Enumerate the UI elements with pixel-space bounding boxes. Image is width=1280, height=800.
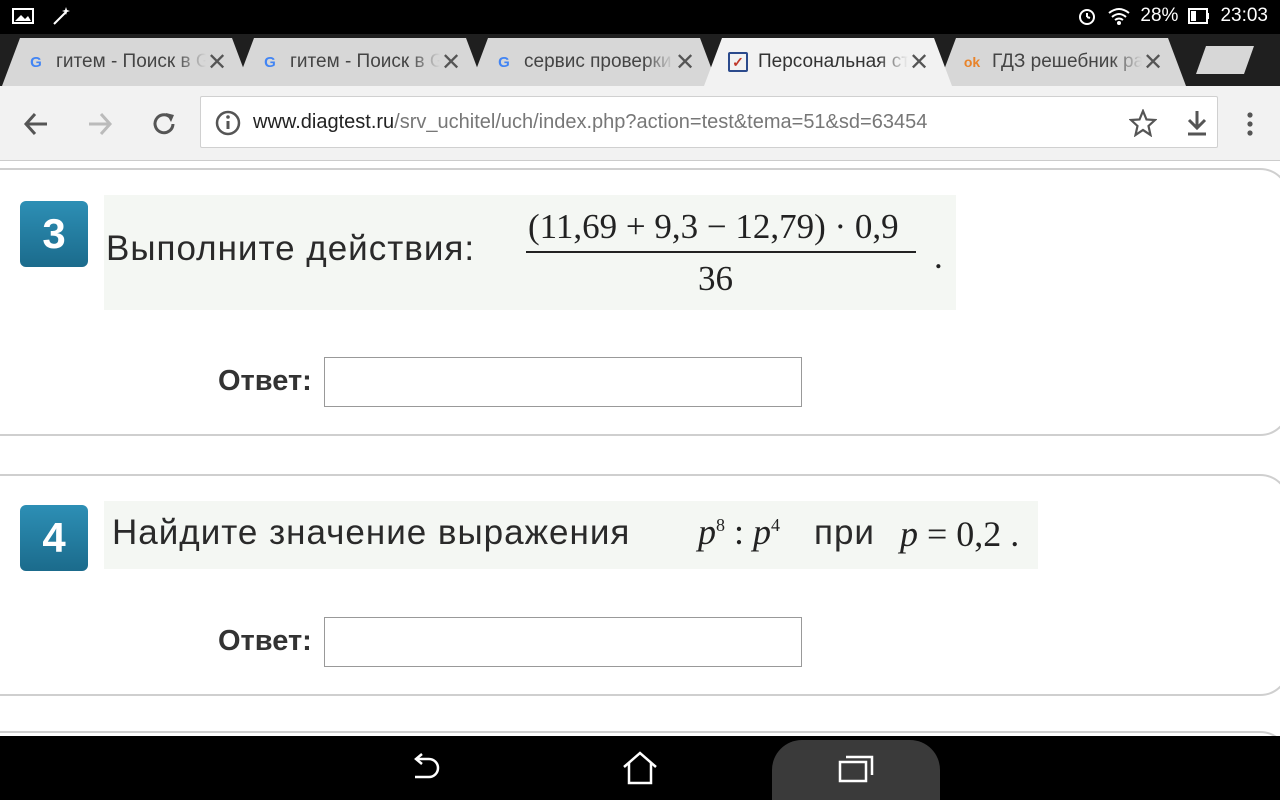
question-number-badge: 3: [20, 201, 88, 267]
reload-button[interactable]: [144, 104, 184, 144]
url-host: www.diagtest.ru: [253, 111, 395, 133]
checkbox-favicon-icon: ✓: [728, 52, 748, 72]
recents-icon: [838, 755, 874, 783]
tab-2[interactable]: G гитем - Поиск в Google ✕: [236, 38, 484, 86]
tab-title: гитем - Поиск в Google: [56, 51, 206, 72]
question-3-text: Выполните действия:: [106, 229, 476, 268]
tab-title: Персональная страница: [758, 51, 908, 72]
close-icon[interactable]: ✕: [206, 48, 228, 77]
tab-1[interactable]: G гитем - Поиск в Google ✕: [2, 38, 250, 86]
forward-button[interactable]: [80, 104, 120, 144]
google-g-icon: G: [30, 53, 42, 71]
reload-icon: [153, 113, 175, 135]
menu-button[interactable]: [1230, 104, 1270, 144]
home-nav-button[interactable]: [620, 748, 660, 788]
close-icon[interactable]: ✕: [908, 48, 930, 77]
back-button[interactable]: [16, 104, 56, 144]
word-pri: при: [814, 513, 875, 552]
condition-variable: p: [900, 514, 918, 554]
expr-exponent-2: 4: [771, 515, 781, 535]
recents-nav-button[interactable]: [836, 748, 876, 788]
google-g-icon: G: [498, 53, 510, 71]
status-bar: 28% 23:03: [0, 0, 1280, 34]
page-content: 3 Выполните действия: (11,69 + 9,3 − 12,…: [0, 161, 1280, 736]
close-icon[interactable]: ✕: [674, 48, 696, 77]
tab-3[interactable]: G сервис проверки знаний ✕: [470, 38, 718, 86]
back-nav-button[interactable]: [404, 748, 444, 788]
fraction-bar: [526, 251, 916, 253]
magic-wand-notification-icon: [53, 7, 70, 25]
answer-input-4[interactable]: [324, 617, 802, 667]
answer-label: Ответ:: [218, 625, 312, 657]
url-text[interactable]: www.diagtest.ru/srv_uchitel/uch/index.ph…: [253, 111, 927, 134]
info-icon[interactable]: [215, 110, 241, 136]
question-4-text: Найдите значение выражения: [112, 513, 631, 552]
tab-4-active[interactable]: ✓ Персональная страница ✕: [704, 38, 952, 86]
tab-title: ГДЗ решебник рабочая: [992, 51, 1142, 72]
bookmark-star-icon[interactable]: [1129, 109, 1157, 137]
new-tab-button[interactable]: [1196, 46, 1254, 74]
tab-title: гитем - Поиск в Google: [290, 51, 440, 72]
expr-exponent-1: 8: [716, 515, 725, 535]
back-arrow-icon: [23, 112, 47, 136]
battery-icon: [1188, 8, 1210, 24]
tab-5[interactable]: ok ГДЗ решебник рабочая ✕: [938, 38, 1186, 86]
answer-label: Ответ:: [218, 365, 312, 397]
expression-p8-p4: p8 : p4: [698, 511, 780, 553]
overflow-menu-icon: [1247, 112, 1253, 136]
tab-strip: G гитем - Поиск в Google ✕ G гитем - Пои…: [0, 34, 1280, 86]
question-3-period: .: [934, 237, 943, 276]
clock: 23:03: [1220, 5, 1268, 26]
expr-base-2: p: [753, 512, 772, 552]
url-path: /srv_uchitel/uch/index.php?action=test&t…: [394, 111, 928, 133]
tab-title: сервис проверки знаний: [524, 51, 672, 72]
photo-notification-icon: [12, 8, 34, 24]
close-icon[interactable]: ✕: [440, 48, 462, 77]
condition-expression: p = 0,2 .: [900, 513, 1019, 555]
wifi-icon: [1108, 8, 1131, 25]
expr-operator: :: [734, 512, 745, 552]
system-nav-bar: [0, 736, 1280, 800]
home-icon: [623, 751, 657, 785]
expr-base-1: p: [698, 512, 716, 552]
google-g-icon: G: [264, 53, 276, 71]
back-nav-icon: [414, 753, 440, 779]
ok-favicon-icon: ok: [963, 54, 981, 70]
address-bar[interactable]: www.diagtest.ru/srv_uchitel/uch/index.ph…: [200, 96, 1218, 148]
forward-arrow-icon: [89, 112, 113, 136]
browser-toolbar: www.diagtest.ru/srv_uchitel/uch/index.ph…: [0, 86, 1280, 161]
fraction-numerator: (11,69 + 9,3 − 12,79) · 0,9: [528, 207, 899, 246]
battery-percent: 28%: [1140, 5, 1179, 26]
download-icon[interactable]: [1185, 109, 1209, 137]
alarm-icon: [1079, 9, 1096, 25]
question-number-badge: 4: [20, 505, 88, 571]
fraction-denominator: 36: [698, 259, 733, 298]
answer-input-3[interactable]: [324, 357, 802, 407]
close-icon[interactable]: ✕: [1142, 48, 1164, 77]
condition-value: = 0,2 .: [918, 514, 1020, 554]
